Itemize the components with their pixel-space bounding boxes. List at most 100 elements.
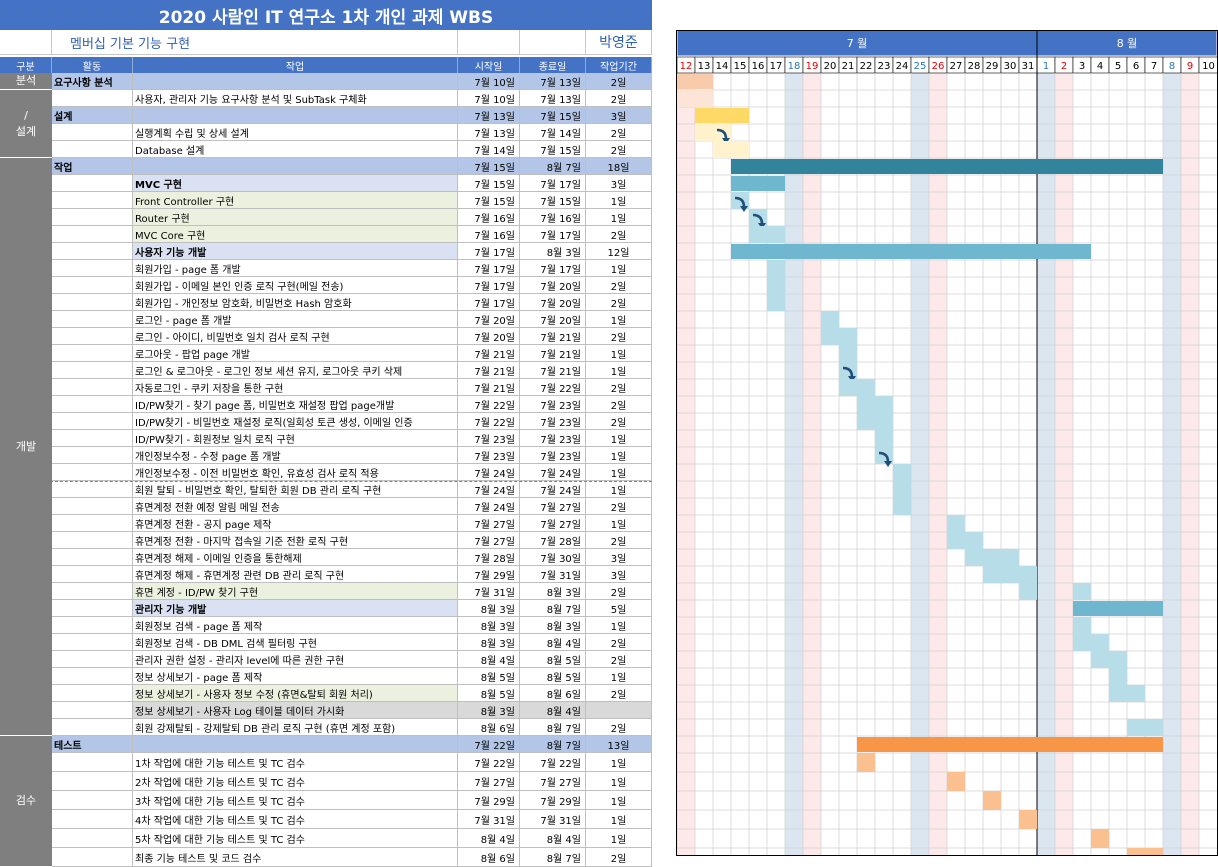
table-row: 관리자 권한 설정 - 관리자 level에 따른 권한 구현 8월 4일 8월 5… — [52, 651, 652, 668]
task-cell: 회원정보 검색 - DB DML 검색 필터링 구현 — [133, 634, 458, 651]
table-row: 개인정보수정 - 이전 비밀번호 확인, 유효성 검사 로직 적용 7월 24일 7… — [52, 464, 652, 481]
duration-cell: 2일 — [586, 73, 652, 90]
day-label: 8 — [1169, 61, 1175, 72]
day-label: 21 — [842, 61, 855, 72]
activity-cell — [52, 464, 133, 481]
header-task: 작업 — [133, 57, 458, 73]
task-cell: ID/PW찾기 - 비밀번호 재설정 로직(일회성 토큰 생성, 이메일 인증 — [133, 413, 458, 430]
task-cell: 회원정보 검색 - page 폼 제작 — [133, 617, 458, 634]
duration-cell: 2일 — [586, 685, 652, 702]
start-date-cell: 7월 13일 — [458, 107, 520, 124]
day-label: 5 — [1115, 61, 1121, 72]
gantt-bar — [965, 549, 1019, 566]
day-label: 30 — [1004, 61, 1017, 72]
end-date-cell: 7월 27일 — [520, 515, 586, 532]
duration-cell: 1일 — [586, 481, 652, 498]
task-cell — [133, 158, 458, 175]
end-date-cell: 7월 13일 — [520, 90, 586, 107]
gantt-bar — [1073, 601, 1163, 616]
end-date-cell: 8월 3일 — [520, 617, 586, 634]
activity-cell — [52, 848, 133, 867]
table-row: ID/PW찾기 - 비밀번호 재설정 로직(일회성 토큰 생성, 이메일 인증 7… — [52, 413, 652, 430]
day-column — [785, 73, 803, 856]
activity-cell — [52, 481, 133, 498]
day-label: 3 — [1079, 61, 1085, 72]
start-date-cell: 7월 14일 — [458, 141, 520, 158]
end-date-cell: 7월 21일 — [520, 345, 586, 362]
gantt-bar — [857, 413, 893, 430]
table-row: MVC 구현 7월 15일 7월 17일 3일 — [52, 175, 652, 192]
table-row: ID/PW찾기 - 회원정보 일치 로직 구현 7월 23일 7월 23일 1일 — [52, 430, 652, 447]
day-label: 13 — [698, 61, 711, 72]
activity-cell: 작업 — [52, 158, 133, 175]
phase-cell: 개발 — [0, 158, 52, 736]
end-date-cell: 8월 7일 — [520, 600, 586, 617]
activity-cell — [52, 791, 133, 810]
activity-cell — [52, 260, 133, 277]
end-date-cell: 7월 28일 — [520, 532, 586, 549]
task-cell: 개인정보수정 - 이전 비밀번호 확인, 유효성 검사 로직 적용 — [133, 464, 458, 481]
activity-cell — [52, 124, 133, 141]
task-cell: 관리자 권한 설정 - 관리자 level에 따른 권한 구현 — [133, 651, 458, 668]
day-label: 22 — [860, 61, 873, 72]
day-column — [1199, 73, 1218, 856]
gantt-chart: 7 월8 월12 13 14 15 16 17 18 19 20 21 22 23 24 25 26 27 28… — [676, 30, 1218, 856]
end-date-cell: 7월 23일 — [520, 413, 586, 430]
subtitle-row: 멤버십 기본 기능 구현 박영준 — [0, 30, 652, 56]
activity-cell — [52, 345, 133, 362]
day-label: 10 — [1202, 61, 1215, 72]
dashed-divider — [0, 481, 652, 482]
task-cell — [133, 107, 458, 124]
task-cell: 자동로그인 - 쿠키 저장을 통한 구현 — [133, 379, 458, 396]
duration-cell: 1일 — [586, 772, 652, 791]
activity-cell — [52, 498, 133, 515]
start-date-cell: 8월 3일 — [458, 702, 520, 719]
day-label: 25 — [914, 61, 927, 72]
activity-cell — [52, 719, 133, 736]
table-row: 회원가입 - 개인정보 암호화, 비밀번호 Hash 암호화 7월 17일 7월 2… — [52, 294, 652, 311]
duration-cell: 3일 — [586, 175, 652, 192]
day-label: 28 — [968, 61, 981, 72]
start-date-cell: 7월 29일 — [458, 791, 520, 810]
day-label: 29 — [986, 61, 999, 72]
duration-cell: 3일 — [586, 566, 652, 583]
activity-cell — [52, 447, 133, 464]
end-date-cell: 7월 30일 — [520, 549, 586, 566]
day-label: 26 — [932, 61, 945, 72]
start-date-cell: 7월 27일 — [458, 515, 520, 532]
table-row: 사용자, 관리자 기능 요구사항 분석 및 SubTask 구체화 7월 10일 7… — [52, 90, 652, 107]
gantt-bar — [857, 737, 1163, 752]
gantt-bar — [947, 515, 965, 532]
gantt-bar — [731, 159, 1163, 174]
table-row: 회원 탈퇴 - 비밀번호 확인, 탈퇴한 회원 DB 관리 로직 구현 7월 24… — [52, 481, 652, 498]
table-row: Database 설계 7월 14일 7월 15일 2일 — [52, 141, 652, 158]
gantt-bar — [839, 345, 857, 362]
task-cell: 휴면계정 해제 - 휴면계정 관련 DB 관리 로직 구현 — [133, 566, 458, 583]
task-cell: 회원 강제탈퇴 - 강제탈퇴 DB 관리 로직 구현 (휴면 계정 포함) — [133, 719, 458, 736]
end-date-cell: 8월 5일 — [520, 668, 586, 685]
duration-cell: 1일 — [586, 311, 652, 328]
activity-cell — [52, 810, 133, 829]
duration-cell: 1일 — [586, 209, 652, 226]
duration-cell: 2일 — [586, 413, 652, 430]
start-date-cell: 7월 15일 — [458, 192, 520, 209]
phase-cell: 검수 — [0, 736, 52, 867]
gantt-bar — [893, 464, 911, 481]
end-date-cell: 7월 31일 — [520, 566, 586, 583]
gantt-bar — [983, 566, 1037, 583]
duration-cell: 1일 — [586, 515, 652, 532]
table-row: 정보 상세보기 - page 폼 제작 8월 5일 8월 5일 1일 — [52, 668, 652, 685]
table-row: 2차 작업에 대한 기능 테스트 및 TC 검수 7월 27일 7월 27일 1일 — [52, 772, 652, 791]
day-column — [695, 73, 713, 856]
duration-cell: 1일 — [586, 192, 652, 209]
duration-cell: 2일 — [586, 634, 652, 651]
activity-cell — [52, 829, 133, 848]
duration-cell: 1일 — [586, 617, 652, 634]
table-row: 요구사항 분석 7월 10일 7월 13일 2일 — [52, 73, 652, 90]
task-cell: Front Controller 구현 — [133, 192, 458, 209]
task-cell: 휴면계정 전환 - 공지 page 제작 — [133, 515, 458, 532]
task-cell: ID/PW찾기 - 회원정보 일치 로직 구현 — [133, 430, 458, 447]
end-date-cell: 7월 15일 — [520, 107, 586, 124]
duration-cell: 2일 — [586, 277, 652, 294]
header-phase: 구분 — [0, 57, 52, 73]
